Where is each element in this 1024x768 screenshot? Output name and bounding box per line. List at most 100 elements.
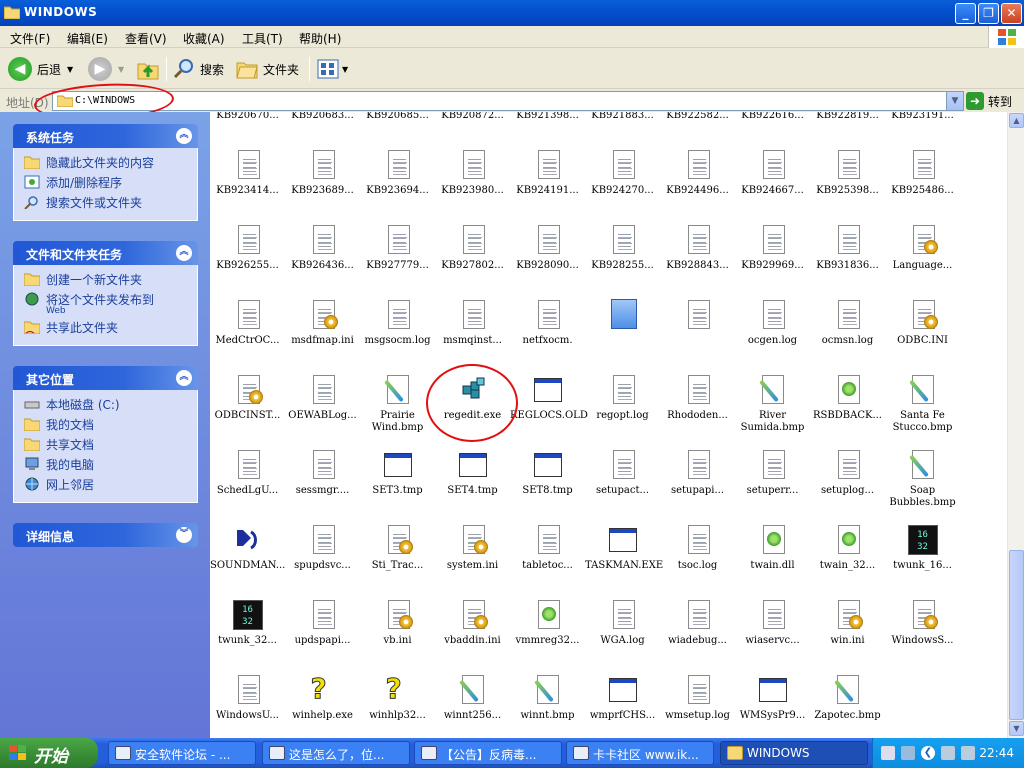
file-item[interactable]: KB927779... (360, 224, 435, 272)
menu-help[interactable]: 帮助(H) (299, 30, 341, 47)
new-folder-link[interactable]: 创建一个新文件夹 (24, 271, 197, 291)
file-item[interactable]: KB924270... (585, 149, 660, 197)
file-item[interactable]: ODBC.INI (885, 299, 960, 347)
file-item[interactable]: KB921398... (510, 112, 585, 122)
file-item[interactable]: tsoc.log (660, 524, 735, 572)
my-computer-link[interactable]: 我的电脑 (24, 456, 197, 476)
file-item[interactable]: Zapotec.bmp (810, 674, 885, 722)
taskbar-item[interactable]: 这是怎么了，位... (262, 741, 410, 765)
restore-button[interactable]: ❐ (978, 3, 999, 24)
network-icon[interactable] (901, 746, 915, 760)
file-item[interactable]: msdfmap.ini (285, 299, 360, 347)
file-item[interactable]: KB922819... (810, 112, 885, 122)
start-button[interactable]: 开始 (0, 738, 98, 768)
file-item[interactable]: msmqinst... (435, 299, 510, 347)
file-item[interactable]: KB928843... (660, 224, 735, 272)
my-documents-link[interactable]: 我的文档 (24, 416, 197, 436)
file-item[interactable]: wiadebug... (660, 599, 735, 647)
file-item[interactable]: SET4.tmp (435, 449, 510, 497)
network-places-link[interactable]: 网上邻居 (24, 476, 197, 496)
file-item[interactable]: Santa Fe Stucco.bmp (885, 374, 960, 434)
file-item[interactable]: Language... (885, 224, 960, 272)
file-item[interactable]: SET8.tmp (510, 449, 585, 497)
file-item[interactable]: River Sumida.bmp (735, 374, 810, 434)
file-item[interactable]: OEWABLog... (285, 374, 360, 422)
other-places-header[interactable]: 其它位置 ︽ (13, 366, 198, 390)
connection-icon[interactable] (941, 746, 955, 760)
file-item[interactable]: KB925486... (885, 149, 960, 197)
file-item[interactable]: 16 32 twunk_16... (885, 524, 960, 572)
file-item[interactable]: wiaservc... (735, 599, 810, 647)
scroll-down-button[interactable]: ▼ (1009, 721, 1024, 736)
file-item[interactable]: tabletoc... (510, 524, 585, 572)
file-item[interactable]: setupapi... (660, 449, 735, 497)
add-remove-programs-link[interactable]: 添加/删除程序 (24, 174, 197, 194)
menu-tools[interactable]: 工具(T) (242, 30, 283, 47)
share-folder-link[interactable]: 共享此文件夹 (24, 319, 197, 339)
file-item[interactable]: ? winhlp32... (360, 673, 435, 722)
file-item[interactable]: KB931836... (810, 224, 885, 272)
file-item[interactable]: KB924191... (510, 149, 585, 197)
file-folder-tasks-header[interactable]: 文件和文件夹任务 ︽ (13, 241, 198, 265)
file-item[interactable]: KB923694... (360, 149, 435, 197)
file-item[interactable]: ODBCINST... (210, 374, 285, 422)
file-item[interactable]: wmprfCHS... (585, 674, 660, 722)
file-item[interactable]: KB926436... (285, 224, 360, 272)
menu-view[interactable]: 查看(V) (125, 30, 167, 47)
menu-favorites[interactable]: 收藏(A) (183, 30, 225, 47)
taskbar-item-windows[interactable]: WINDOWS (720, 741, 868, 765)
file-item[interactable]: KB922616... (735, 112, 810, 122)
keyboard-icon[interactable] (881, 746, 895, 760)
expand-icon[interactable]: ︾ (176, 527, 192, 543)
file-item[interactable]: system.ini (435, 524, 510, 572)
collapse-tray-icon[interactable]: ❮ (921, 746, 935, 760)
close-button[interactable]: ✕ (1001, 3, 1022, 24)
file-item[interactable]: MedCtrOC... (210, 299, 285, 347)
connection-icon[interactable] (961, 746, 975, 760)
local-disk-link[interactable]: 本地磁盘 (C:) (24, 396, 197, 416)
up-folder-button[interactable] (136, 55, 160, 83)
file-item[interactable]: Soap Bubbles.bmp (885, 449, 960, 509)
file-item[interactable]: TASKMAN.EXE (585, 524, 663, 572)
menu-file[interactable]: 文件(F) (10, 30, 50, 47)
file-item[interactable]: ocgen.log (735, 299, 810, 347)
file-item[interactable] (660, 299, 735, 335)
taskbar-item[interactable]: 卡卡社区 www.ik... (566, 741, 714, 765)
folders-button[interactable]: 文件夹 (235, 55, 299, 83)
file-item[interactable]: KB922582... (660, 112, 735, 122)
file-item[interactable]: ocmsn.log (810, 299, 885, 347)
file-item[interactable]: KB926255... (210, 224, 285, 272)
hide-folder-contents-link[interactable]: 隐藏此文件夹的内容 (24, 154, 197, 174)
file-item[interactable]: twain.dll (735, 524, 810, 572)
collapse-icon[interactable]: ︽ (176, 128, 192, 144)
file-item[interactable]: winnt256... (435, 674, 510, 722)
file-item[interactable]: KB923689... (285, 149, 360, 197)
file-item[interactable]: spupdsvc... (285, 524, 360, 572)
file-item[interactable]: SET3.tmp (360, 449, 435, 497)
publish-web-link[interactable]: 将这个文件夹发布到 Web (24, 291, 197, 319)
file-item[interactable]: KB923980... (435, 149, 510, 197)
title-bar[interactable]: WINDOWS _ ❐ ✕ (0, 0, 1024, 26)
file-item[interactable]: Sti_Trac... (360, 524, 435, 572)
dropdown-arrow-icon[interactable]: ▼ (342, 65, 348, 74)
file-item[interactable]: vbaddin.ini (435, 599, 510, 647)
file-item[interactable]: wmsetup.log (660, 674, 735, 722)
taskbar-item[interactable]: 安全软件论坛 - ... (108, 741, 256, 765)
file-item[interactable]: KB923414... (210, 149, 285, 197)
file-item[interactable]: KB924667... (735, 149, 810, 197)
search-files-link[interactable]: 搜索文件或文件夹 (24, 194, 197, 214)
file-item[interactable]: netfxocm. (510, 299, 585, 347)
file-item[interactable]: KB923191... (885, 112, 960, 122)
dropdown-arrow-icon[interactable]: ▼ (118, 65, 124, 74)
address-input[interactable]: C:\WINDOWS ▼ (52, 91, 964, 111)
collapse-icon[interactable]: ︽ (176, 245, 192, 261)
file-item[interactable]: WindowsU... (210, 674, 285, 722)
file-item[interactable]: vmmreg32... (510, 599, 585, 647)
details-header[interactable]: 详细信息 ︾ (13, 523, 198, 547)
system-tasks-header[interactable]: 系统任务 ︽ (13, 124, 198, 148)
file-item[interactable]: KB920872... (435, 112, 510, 122)
file-item[interactable]: Prairie Wind.bmp (360, 374, 435, 434)
file-item[interactable]: SOUNDMAN... (210, 524, 285, 572)
file-item[interactable]: setupact... (585, 449, 660, 497)
file-item[interactable]: KB920685... (360, 112, 435, 122)
